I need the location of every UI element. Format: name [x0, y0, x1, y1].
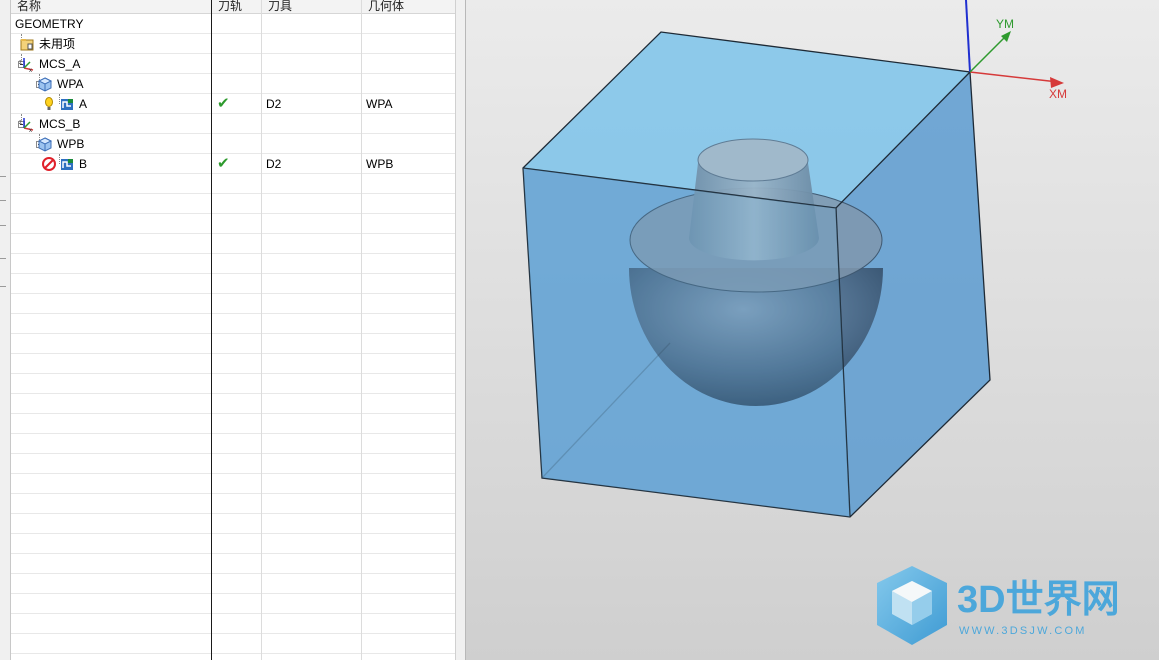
empty-row	[11, 274, 455, 294]
workpiece-icon	[37, 136, 53, 152]
empty-row	[11, 434, 455, 454]
column-header-tool[interactable]: 刀具	[262, 0, 361, 14]
operation-icon	[59, 156, 75, 172]
empty-row	[11, 654, 455, 660]
empty-row	[11, 554, 455, 574]
row-workpiece-b[interactable]: WPB	[11, 134, 455, 154]
watermark-title: 3D世界网	[957, 579, 1120, 621]
svg-text:z: z	[19, 60, 22, 66]
regenerate-warning-icon	[41, 96, 57, 112]
row-geometry-root[interactable]: GEOMETRY	[11, 14, 455, 34]
tool-value: D2	[266, 97, 282, 111]
empty-row	[11, 354, 455, 374]
column-divider[interactable]	[211, 0, 212, 660]
operation-navigator: 名称 刀轨 刀具 几何体 GEOMETRY 未用项 z x MCS_A WPA A ✔ D2 WP…	[11, 0, 455, 660]
empty-row	[11, 574, 455, 594]
panel-splitter[interactable]	[455, 0, 466, 660]
node-name: A	[79, 97, 88, 111]
empty-row	[11, 414, 455, 434]
work-coordinate-system[interactable]: YM XM	[965, 0, 1067, 101]
watermark-url: WWW.3DSJW.COM	[959, 625, 1087, 637]
watermark-logo: 3D世界网 WWW.3DSJW.COM	[877, 566, 1120, 645]
mcs-icon: zx	[19, 56, 35, 74]
suppressed-icon	[41, 156, 57, 172]
row-unused-items[interactable]: 未用项	[11, 34, 455, 54]
tool-value: D2	[266, 157, 282, 171]
empty-row	[11, 294, 455, 314]
empty-row	[11, 494, 455, 514]
column-header-name[interactable]: 名称	[11, 0, 211, 14]
node-name: MCS_A	[39, 57, 81, 71]
empty-row	[11, 334, 455, 354]
node-name: WPA	[57, 77, 84, 91]
empty-row	[11, 314, 455, 334]
row-workpiece-a[interactable]: WPA	[11, 74, 455, 94]
svg-text:x: x	[29, 128, 32, 132]
empty-row	[11, 614, 455, 634]
row-mcs-a[interactable]: z x MCS_A	[11, 54, 455, 74]
left-edge-strip	[0, 0, 11, 660]
operation-icon	[59, 96, 75, 112]
column-divider[interactable]	[361, 0, 362, 660]
empty-row	[11, 234, 455, 254]
column-divider[interactable]	[261, 0, 262, 660]
graphics-viewport[interactable]: YM XM 3D世界网 WWW.3DSJW.COM	[466, 0, 1159, 660]
toolpath-status-check-icon: ✔	[217, 155, 230, 172]
row-operation-b[interactable]: B ✔ D2 WPB	[11, 154, 455, 174]
y-axis-label: YM	[996, 17, 1014, 31]
toolpath-status-check-icon: ✔	[217, 95, 230, 112]
folder-icon	[19, 36, 35, 52]
svg-text:z: z	[19, 120, 22, 126]
empty-row	[11, 534, 455, 554]
row-mcs-b[interactable]: z x MCS_B	[11, 114, 455, 134]
empty-row	[11, 174, 455, 194]
column-header-geometry[interactable]: 几何体	[362, 0, 455, 14]
empty-row	[11, 514, 455, 534]
node-name: WPB	[57, 137, 85, 151]
empty-row	[11, 454, 455, 474]
row-operation-a[interactable]: A ✔ D2 WPA	[11, 94, 455, 114]
empty-row	[11, 474, 455, 494]
empty-row	[11, 634, 455, 654]
node-name: GEOMETRY	[15, 17, 84, 31]
geometry-value: WPA	[366, 97, 393, 111]
geometry-value: WPB	[366, 157, 394, 171]
empty-row	[11, 594, 455, 614]
node-name: MCS_B	[39, 117, 81, 131]
mcs-icon: zx	[19, 116, 35, 134]
empty-row	[11, 194, 455, 214]
workpiece-icon	[37, 76, 53, 92]
empty-row	[11, 214, 455, 234]
empty-row	[11, 254, 455, 274]
empty-row	[11, 374, 455, 394]
node-name: B	[79, 157, 88, 171]
x-axis-label: XM	[1049, 87, 1067, 101]
svg-text:x: x	[29, 68, 32, 72]
node-name: 未用项	[39, 37, 76, 51]
empty-row	[11, 394, 455, 414]
column-header-toolpath[interactable]: 刀轨	[212, 0, 261, 14]
